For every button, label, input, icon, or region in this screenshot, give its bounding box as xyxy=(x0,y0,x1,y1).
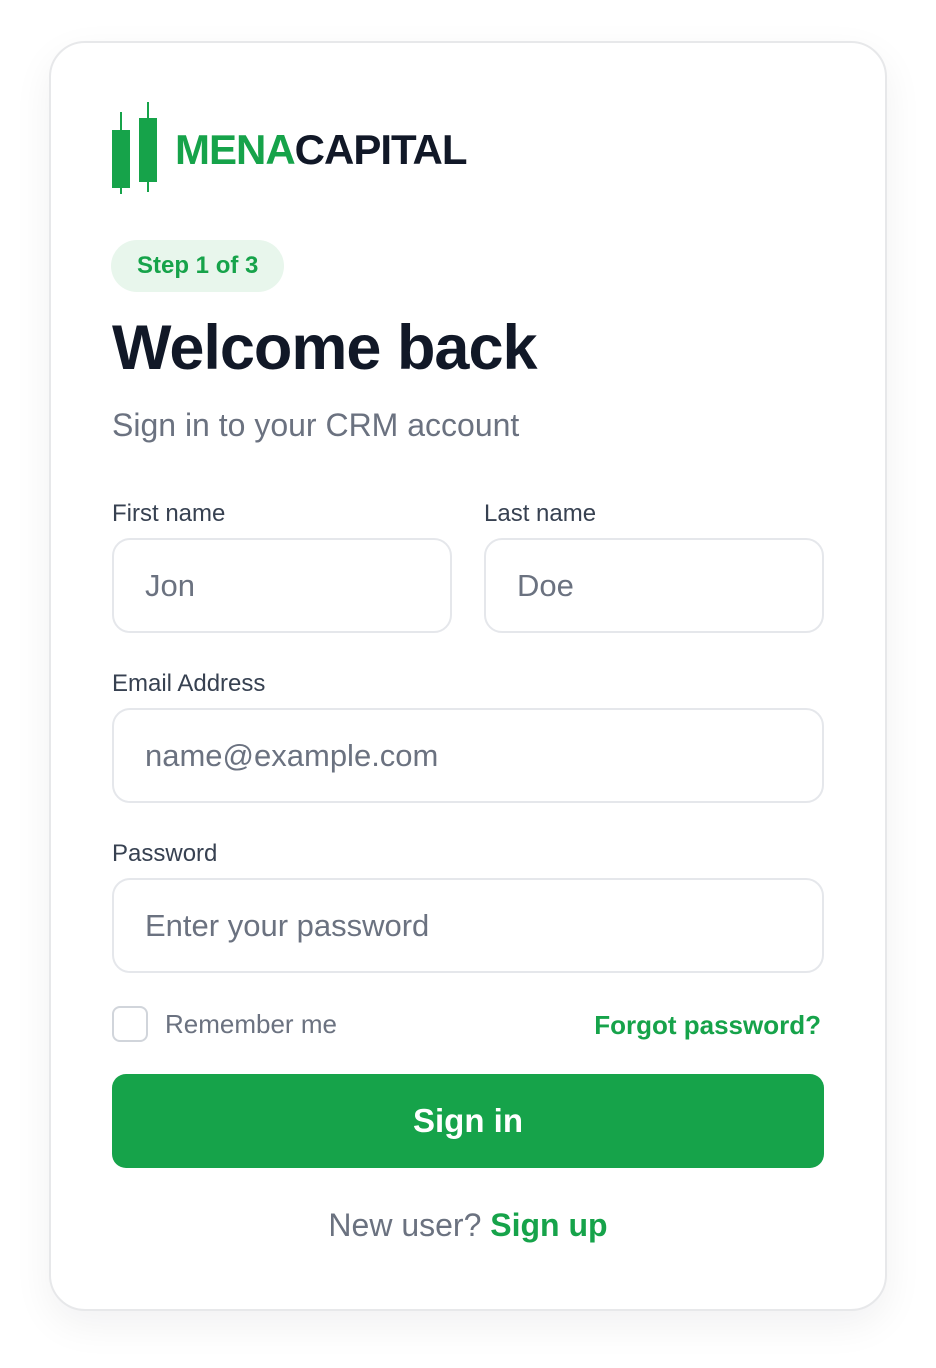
remember-me-label: Remember me xyxy=(165,1008,337,1039)
last-name-input[interactable] xyxy=(517,567,822,604)
password-field[interactable] xyxy=(112,878,824,973)
brand-logo: MENACAPITAL xyxy=(111,102,468,194)
brand-name-part2: CAPITAL xyxy=(294,126,468,173)
sign-up-link[interactable]: Sign up xyxy=(490,1207,607,1243)
brand-name: MENACAPITAL xyxy=(175,126,468,173)
email-field[interactable] xyxy=(112,708,824,803)
new-user-text: New user? xyxy=(328,1207,482,1243)
email-label: Email Address xyxy=(112,670,266,697)
first-name-input[interactable] xyxy=(145,567,450,604)
forgot-password-link[interactable]: Forgot password? xyxy=(594,1008,821,1042)
page-title: Welcome back xyxy=(112,313,538,383)
last-name-label: Last name xyxy=(484,500,597,527)
password-label: Password xyxy=(112,840,218,867)
brand-name-part1: MENA xyxy=(175,126,296,173)
candlestick-chart-icon xyxy=(112,102,157,194)
new-user-prompt: New user? Sign up xyxy=(0,1204,936,1246)
first-name-field[interactable] xyxy=(112,538,452,633)
password-input[interactable] xyxy=(145,907,822,944)
step-badge: Step 1 of 3 xyxy=(111,240,285,292)
page-subtitle: Sign in to your CRM account xyxy=(112,407,520,443)
email-input[interactable] xyxy=(145,737,822,774)
remember-me-checkbox[interactable] xyxy=(112,1006,148,1042)
sign-in-button[interactable]: Sign in xyxy=(112,1074,824,1168)
first-name-label: First name xyxy=(112,500,226,527)
last-name-field[interactable] xyxy=(484,538,824,633)
remember-me[interactable]: Remember me xyxy=(112,1006,337,1042)
